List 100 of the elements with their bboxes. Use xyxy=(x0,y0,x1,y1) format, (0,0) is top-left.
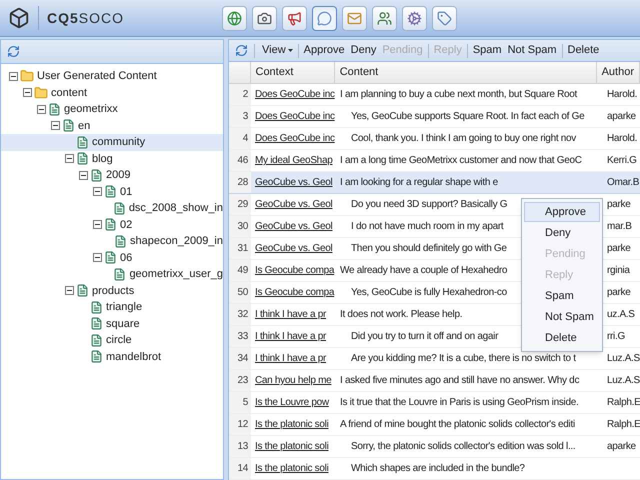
context-link[interactable]: GeoCube vs. Geol xyxy=(255,219,332,234)
row-number: 4 xyxy=(229,128,251,149)
tree-item[interactable]: square xyxy=(106,316,140,332)
row-number: 3 xyxy=(229,106,251,127)
context-link[interactable]: Is the platonic soli xyxy=(255,439,328,454)
collapse-icon[interactable] xyxy=(51,121,60,130)
context-link[interactable]: Can hyou help me xyxy=(255,373,332,388)
toolbar-button[interactable]: Approve xyxy=(300,42,348,59)
collapse-icon[interactable] xyxy=(9,72,18,81)
cube-logo-icon xyxy=(8,7,30,29)
speech-bubble-button[interactable] xyxy=(312,6,338,30)
tree-item[interactable]: content xyxy=(51,84,88,101)
context-link[interactable]: Is the platonic soli xyxy=(255,461,328,476)
author-text: Luz.A.S xyxy=(607,352,640,366)
tree-item[interactable]: blog xyxy=(92,150,113,167)
menu-item[interactable]: Not Spam xyxy=(524,307,600,327)
table-row[interactable]: 3 Does GeoCube inc Yes, GeoCube supports Square Root. In fact each of Ge aparke xyxy=(229,106,640,128)
gears-button[interactable] xyxy=(402,6,428,30)
people-button[interactable] xyxy=(372,6,398,30)
page-icon xyxy=(90,350,103,364)
context-link[interactable]: Does GeoCube inc xyxy=(255,131,335,146)
tree-item[interactable]: 06 xyxy=(120,250,132,266)
refresh-icon[interactable] xyxy=(7,45,20,58)
context-link[interactable]: Does GeoCube inc xyxy=(255,87,335,102)
context-link[interactable]: I think I have a pr xyxy=(255,307,326,322)
table-row[interactable]: 14 Is the platonic soli Which shapes are included in the bundle? xyxy=(229,458,640,480)
tree-item[interactable]: geometrixx_user_g xyxy=(129,266,223,282)
table-row[interactable]: 28 GeoCube vs. Geol I am looking for a regular shape with e Omar.B xyxy=(229,172,640,194)
context-link[interactable]: Is Geocube compa xyxy=(255,285,334,300)
envelope-icon xyxy=(347,10,362,26)
table-row[interactable]: 13 Is the platonic soli Sorry, the platonic solids collector's edition was sold l... aparke xyxy=(229,436,640,458)
author-text: Harold. xyxy=(607,132,638,146)
table-row[interactable]: 5 Is the Louvre pow Is it true that the Louvre in Paris is using GeoPrism inside. Ralph.E xyxy=(229,392,640,414)
page-icon xyxy=(112,202,126,215)
folder-icon xyxy=(34,86,48,100)
context-link[interactable]: I think I have a pr xyxy=(255,351,326,366)
tree-item[interactable]: 01 xyxy=(120,184,132,200)
author-text: mar.B xyxy=(607,220,632,234)
context-link[interactable]: GeoCube vs. Geol xyxy=(255,197,332,212)
tree-item[interactable]: en xyxy=(78,118,90,134)
collapse-icon[interactable] xyxy=(93,220,102,230)
tree-item[interactable]: shapecon_2009_in xyxy=(130,233,223,250)
tree-item[interactable]: triangle xyxy=(106,299,142,316)
table-row[interactable]: 46 My ideal GeoShap I am a long time GeoMetrixx customer and now that GeoC Kerri.G xyxy=(229,150,640,172)
column-header[interactable]: Context xyxy=(250,62,335,83)
table-row[interactable]: 2 Does GeoCube inc I am planning to buy a cube next month, but Square Root Harold. xyxy=(229,84,640,106)
author-text: aparke xyxy=(607,110,636,124)
tree-item[interactable]: 2009 xyxy=(106,167,130,184)
toolbar-button[interactable]: Delete xyxy=(564,42,602,59)
row-number: 23 xyxy=(229,370,251,391)
collapse-icon[interactable] xyxy=(79,170,88,180)
context-link[interactable]: I think I have a pr xyxy=(255,329,326,344)
envelope-button[interactable] xyxy=(342,6,368,30)
menu-item[interactable]: Approve xyxy=(524,202,600,222)
refresh-icon[interactable] xyxy=(235,44,248,58)
menu-item[interactable]: Spam xyxy=(524,286,600,306)
collapse-icon[interactable] xyxy=(65,154,74,164)
tag-button[interactable] xyxy=(432,6,458,30)
content-text: Is it true that the Louvre in Paris is using GeoPrism inside. xyxy=(340,396,578,410)
table-row[interactable]: 23 Can hyou help me I asked five minutes ago and still have no answer. Why dc Luz.A.S xyxy=(229,370,640,392)
table-row[interactable]: 12 Is the platonic soli A friend of mine bought the platonic solids collector's editi Ralph.E xyxy=(229,414,640,436)
content-text: I do not have much room in my apart xyxy=(351,220,504,234)
context-link[interactable]: GeoCube vs. Geol xyxy=(255,175,332,190)
tree-item[interactable]: mandelbrot xyxy=(106,348,162,365)
tree-item[interactable]: dsc_2008_show_in xyxy=(128,200,223,216)
content-text: Are you kidding me? It is a cube, there is no switch to t xyxy=(351,352,576,366)
context-link[interactable]: My ideal GeoShap xyxy=(255,153,332,168)
context-link[interactable]: Is Geocube compa xyxy=(255,263,334,278)
view-dropdown[interactable]: View xyxy=(259,42,296,59)
tree-item[interactable]: 02 xyxy=(120,216,132,233)
content-text: We already have a couple of Hexahedro xyxy=(340,264,508,278)
tree-item[interactable]: User Generated Content xyxy=(37,68,157,84)
tree-item[interactable]: circle xyxy=(106,332,132,348)
row-number: 30 xyxy=(229,216,251,237)
table-row[interactable]: 34 I think I have a pr Are you kidding me? It is a cube, there is no switch to t Luz.A.S xyxy=(229,348,640,370)
camera-button[interactable] xyxy=(252,6,278,30)
context-link[interactable]: Does GeoCube inc xyxy=(255,109,335,124)
toolbar-button[interactable]: Spam xyxy=(470,42,505,59)
row-number: 29 xyxy=(229,194,251,215)
megaphone-button[interactable] xyxy=(282,6,308,30)
column-header[interactable]: Content xyxy=(334,62,597,83)
collapse-icon[interactable] xyxy=(65,286,74,296)
context-link[interactable]: GeoCube vs. Geol xyxy=(255,241,332,256)
tree-item[interactable]: products xyxy=(92,282,134,299)
collapse-icon[interactable] xyxy=(23,88,32,98)
collapse-icon[interactable] xyxy=(37,104,46,114)
globe-button[interactable] xyxy=(222,6,248,30)
speech-bubble-icon xyxy=(317,10,332,26)
author-text: rri.G xyxy=(607,330,625,344)
column-header[interactable]: Author xyxy=(596,62,640,83)
collapse-icon[interactable] xyxy=(93,253,102,262)
menu-item[interactable]: Delete xyxy=(524,328,600,348)
context-link[interactable]: Is the platonic soli xyxy=(255,417,328,432)
toolbar-button[interactable]: Not Spam xyxy=(504,42,560,59)
page-icon xyxy=(90,334,103,347)
toolbar-button[interactable]: Deny xyxy=(348,42,380,59)
context-link[interactable]: Is the Louvre pow xyxy=(255,395,329,410)
collapse-icon[interactable] xyxy=(93,187,102,196)
table-row[interactable]: 4 Does GeoCube inc Cool, thank you. I think I am going to buy one right nov Harold. xyxy=(229,128,640,150)
tree-item[interactable]: geometrixx xyxy=(64,101,118,118)
